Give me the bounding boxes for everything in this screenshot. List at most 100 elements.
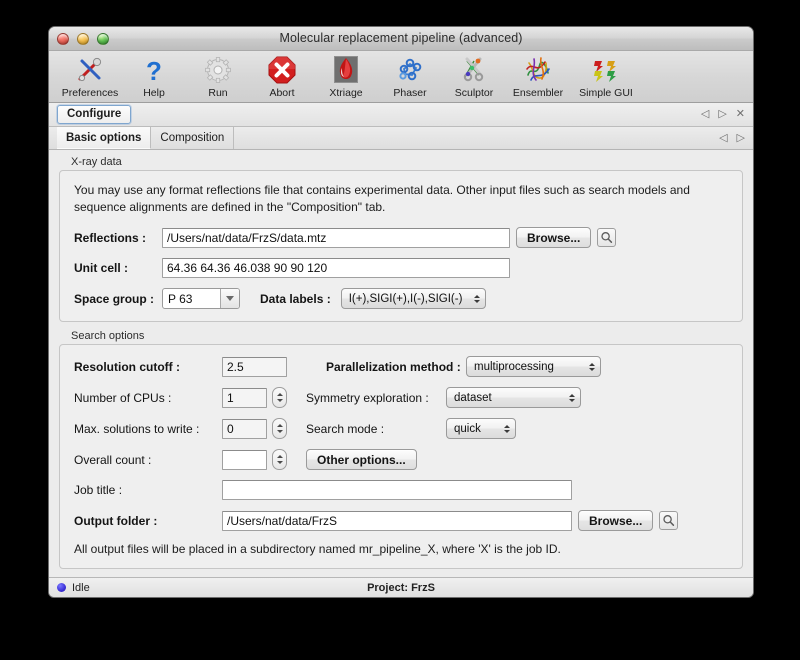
xray-data-group-box: You may use any format reflections file …	[59, 170, 743, 322]
updown-chevrons-icon	[504, 425, 510, 433]
data-labels-value: I(+),SIGI(+),I(-),SIGI(-)	[349, 293, 468, 305]
symmetry-exploration-popup[interactable]: dataset	[446, 387, 581, 408]
run-gear-icon	[203, 54, 233, 86]
toolbar-button-simple-gui[interactable]: Simple GUI	[571, 53, 641, 99]
tab-basic-options[interactable]: Basic options	[57, 127, 151, 149]
toolbar-label: Sculptor	[455, 87, 494, 99]
tab-nav-prev-icon[interactable]: ◁	[719, 133, 727, 144]
symmetry-exploration-value: dataset	[454, 392, 563, 404]
sculptor-scissors-icon	[459, 54, 489, 86]
tab-label: Composition	[160, 132, 224, 144]
magnifier-icon	[662, 514, 675, 527]
ensembler-icon	[523, 54, 553, 86]
configure-nav-buttons: ◁ ▷ ✕	[701, 109, 747, 120]
data-labels-popup[interactable]: I(+),SIGI(+),I(-),SIGI(-)	[341, 288, 486, 309]
toolbar-label: Help	[143, 87, 165, 99]
toolbar-label: Phaser	[393, 87, 426, 99]
toolbar-label: Simple GUI	[579, 87, 633, 99]
resolution-cutoff-row: Resolution cutoff : Parallelization meth…	[74, 356, 728, 377]
search-options-group-box: Resolution cutoff : Parallelization meth…	[59, 344, 743, 569]
updown-chevrons-icon	[569, 394, 575, 402]
unit-cell-input[interactable]	[162, 258, 510, 278]
toolbar: Preferences ? Help	[49, 51, 753, 103]
toolbar-button-xtriage[interactable]: Xtriage	[315, 53, 377, 99]
preferences-icon	[75, 54, 105, 86]
configure-tab[interactable]: Configure	[57, 105, 131, 124]
nav-next-icon[interactable]: ▷	[718, 109, 726, 120]
configure-bar: Configure ◁ ▷ ✕	[49, 103, 753, 127]
tab-nav-buttons: ◁ ▷	[719, 127, 753, 149]
job-title-input[interactable]	[222, 480, 572, 500]
toolbar-button-abort[interactable]: Abort	[251, 53, 313, 99]
status-indicator-icon	[57, 583, 66, 592]
parallelization-method-popup[interactable]: multiprocessing	[466, 356, 601, 377]
output-folder-input[interactable]	[222, 511, 572, 531]
resolution-cutoff-input[interactable]	[222, 357, 287, 377]
search-mode-popup[interactable]: quick	[446, 418, 516, 439]
search-options-group-title: Search options	[59, 330, 743, 344]
content-area: X-ray data You may use any format reflec…	[49, 150, 753, 577]
nav-prev-icon[interactable]: ◁	[701, 109, 709, 120]
reflections-row: Reflections : Browse...	[74, 227, 728, 248]
space-group-dropdown[interactable]: P 63	[162, 288, 240, 309]
toolbar-label: Ensembler	[513, 87, 563, 99]
overall-count-stepper[interactable]	[272, 449, 287, 470]
number-of-cpus-stepper[interactable]	[272, 387, 287, 408]
toolbar-button-run[interactable]: Run	[187, 53, 249, 99]
toolbar-button-ensembler[interactable]: Ensembler	[507, 53, 569, 99]
max-solutions-stepper[interactable]	[272, 418, 287, 439]
space-group-row: Space group : P 63 Data labels : I(+),SI…	[74, 288, 728, 309]
space-group-label: Space group :	[74, 292, 162, 306]
close-icon[interactable]: ✕	[736, 109, 745, 120]
toolbar-label: Abort	[269, 87, 294, 99]
toolbar-label: Preferences	[62, 87, 119, 99]
space-group-value: P 63	[163, 289, 220, 308]
other-options-button[interactable]: Other options...	[306, 449, 417, 470]
reflections-label: Reflections :	[74, 231, 162, 245]
status-bar: Idle Project: FrzS	[49, 577, 753, 597]
job-title-row: Job title :	[74, 480, 728, 500]
project-label: Project: FrzS	[49, 582, 753, 594]
output-note: All output files will be placed in a sub…	[74, 542, 728, 556]
output-folder-inspect-button[interactable]	[659, 511, 678, 530]
overall-count-input[interactable]	[222, 450, 267, 470]
number-of-cpus-row: Number of CPUs : Symmetry exploration : …	[74, 387, 728, 408]
job-title-label: Job title :	[74, 483, 222, 497]
xray-data-group: X-ray data You may use any format reflec…	[59, 156, 743, 322]
updown-chevrons-icon	[589, 363, 595, 371]
xtriage-icon	[331, 54, 361, 86]
abort-icon	[267, 54, 297, 86]
magnifier-icon	[600, 231, 613, 244]
parallelization-method-value: multiprocessing	[474, 361, 583, 373]
resolution-cutoff-label: Resolution cutoff :	[74, 360, 222, 374]
tab-nav-next-icon[interactable]: ▷	[737, 133, 745, 144]
toolbar-button-preferences[interactable]: Preferences	[59, 53, 121, 99]
search-options-group: Search options Resolution cutoff : Paral…	[59, 330, 743, 569]
overall-count-label: Overall count :	[74, 453, 222, 467]
updown-chevrons-icon	[474, 295, 480, 303]
reflections-input[interactable]	[162, 228, 510, 248]
svg-text:?: ?	[146, 56, 162, 85]
number-of-cpus-input[interactable]	[222, 388, 267, 408]
toolbar-button-phaser[interactable]: Phaser	[379, 53, 441, 99]
status-text: Idle	[72, 582, 90, 594]
toolbar-label: Run	[208, 87, 227, 99]
unit-cell-row: Unit cell :	[74, 258, 728, 278]
reflections-inspect-button[interactable]	[597, 228, 616, 247]
window-title: Molecular replacement pipeline (advanced…	[49, 31, 753, 45]
tab-strip: Basic options Composition ◁ ▷	[49, 127, 753, 150]
reflections-browse-button[interactable]: Browse...	[516, 227, 591, 248]
symmetry-exploration-label: Symmetry exploration :	[306, 391, 446, 405]
xray-description: You may use any format reflections file …	[74, 182, 728, 216]
max-solutions-input[interactable]	[222, 419, 267, 439]
help-icon: ?	[139, 54, 169, 86]
xray-data-group-title: X-ray data	[59, 156, 743, 170]
max-solutions-label: Max. solutions to write :	[74, 422, 222, 436]
toolbar-button-sculptor[interactable]: Sculptor	[443, 53, 505, 99]
application-window: Molecular replacement pipeline (advanced…	[48, 26, 754, 598]
data-labels-label: Data labels :	[260, 292, 331, 306]
toolbar-button-help[interactable]: ? Help	[123, 53, 185, 99]
chevron-down-icon	[220, 289, 239, 308]
tab-composition[interactable]: Composition	[151, 127, 234, 149]
output-folder-browse-button[interactable]: Browse...	[578, 510, 653, 531]
